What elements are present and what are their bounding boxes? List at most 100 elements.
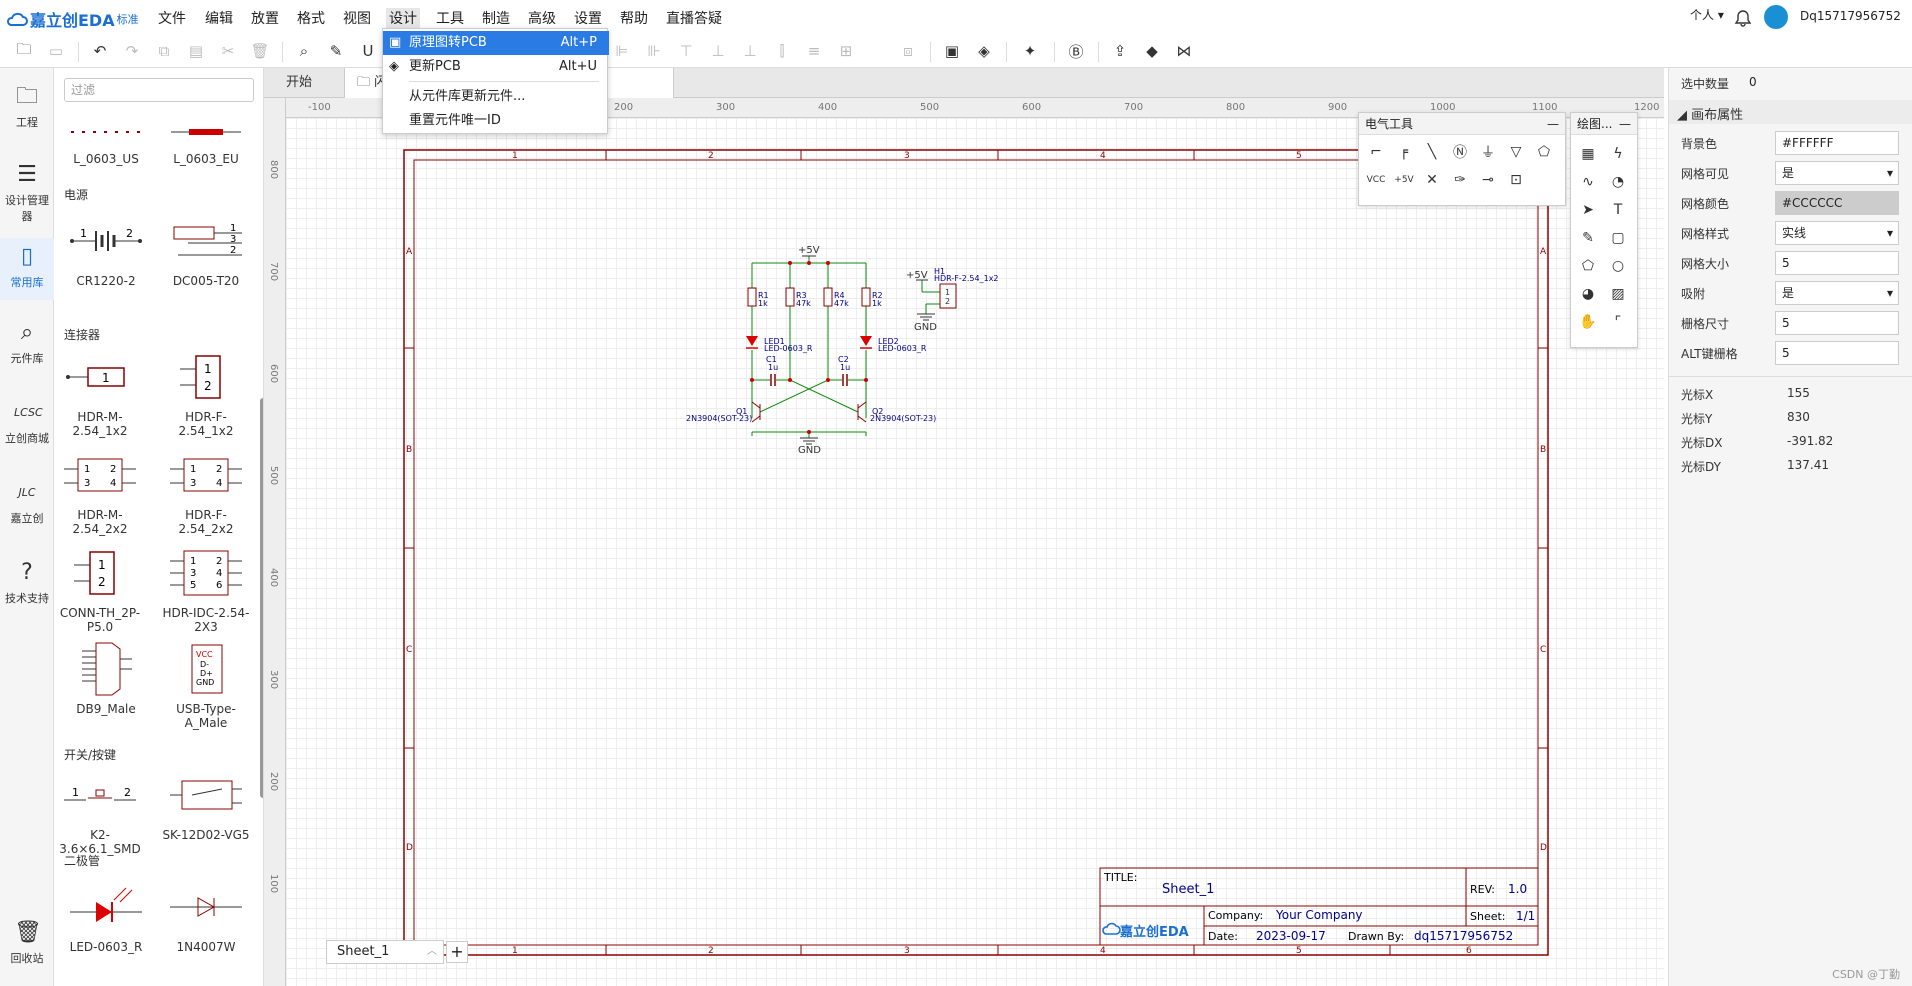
snap-size-input[interactable]: 5 (1775, 311, 1899, 335)
delete-icon[interactable]: 🗑 (250, 41, 270, 61)
share-icon[interactable]: ⋈ (1174, 41, 1194, 61)
pin-icon[interactable]: ⊸ (1477, 169, 1499, 191)
netflag-icon[interactable]: ▽ (1505, 141, 1527, 163)
comp-dc005[interactable]: 132 DC005-T20 (160, 208, 252, 288)
comp-hdrm2x2[interactable]: 1324 HDR-M-2.54_2x2 (54, 442, 146, 536)
bolt-icon[interactable]: ϟ (1607, 143, 1629, 165)
nav-jlc[interactable]: JLC 嘉立创 (0, 480, 54, 526)
distribute-h-icon[interactable]: ⫿ (772, 41, 792, 61)
snap-select[interactable]: 是 (1775, 281, 1899, 305)
copy-icon[interactable]: ⧉ (154, 41, 174, 61)
nav-lcsc[interactable]: LCSC 立创商城 (0, 400, 54, 446)
pencil-icon[interactable]: ✎ (1577, 227, 1599, 249)
comp-cr1220[interactable]: 12 CR1220-2 (60, 208, 152, 288)
comp-l0603us[interactable]: L_0603_US (60, 112, 152, 166)
nav-project[interactable]: 🗀 工程 (0, 84, 54, 130)
nav-common-lib[interactable]: ▯ 常用库 (0, 238, 54, 300)
comp-hdrm1x2[interactable]: 1 HDR-M-2.54_1x2 (54, 344, 146, 438)
hand-icon[interactable]: ✋ (1577, 311, 1599, 333)
cut-icon[interactable]: ✂ (218, 41, 238, 61)
comp-1n4007[interactable]: 1N4007W (160, 874, 252, 954)
align-top-icon[interactable]: ⊤ (676, 41, 696, 61)
comp-db9[interactable]: DB9_Male (60, 636, 152, 716)
group-icon[interactable]: ⊡ (1505, 169, 1527, 191)
pie-icon[interactable]: ◕ (1577, 283, 1599, 305)
bus-entry-icon[interactable]: ╲ (1421, 141, 1443, 163)
probe-icon[interactable]: ✑ (1449, 169, 1471, 191)
rectangle-icon[interactable]: ▢ (1607, 227, 1629, 249)
menu-live-qa[interactable]: 直播答疑 (666, 8, 722, 28)
alt-snap-input[interactable]: 5 (1775, 341, 1899, 365)
save-icon[interactable]: ▭ (46, 41, 66, 61)
open-icon[interactable]: 🗀 (14, 40, 34, 61)
menu-item-update-from-lib[interactable]: 从元件库更新元件... (383, 85, 609, 109)
magic-icon[interactable]: ✦ (1020, 41, 1040, 61)
grid-align-icon[interactable]: ⊞ (836, 41, 856, 61)
bezier-icon[interactable]: ∿ (1577, 171, 1599, 193)
sheet-tab[interactable]: Sheet_1 ︿ (326, 940, 444, 964)
bom-icon[interactable]: Ⓑ (1066, 41, 1086, 61)
menu-help[interactable]: 帮助 (620, 8, 648, 28)
pen-icon[interactable]: ✎ (326, 41, 346, 61)
align-center-icon[interactable]: ⊪ (644, 41, 664, 61)
stack-icon[interactable]: ◈ (974, 41, 994, 61)
polygon-icon[interactable]: ⬠ (1577, 255, 1599, 277)
vcc-icon[interactable]: VCC (1365, 169, 1387, 191)
menu-place[interactable]: 放置 (251, 8, 279, 28)
menu-manufacture[interactable]: 制造 (482, 8, 510, 28)
comp-connth[interactable]: 12 CONN-TH_2P-P5.0 (54, 540, 146, 634)
menu-item-reset-id[interactable]: 重置元件唯一ID (383, 109, 609, 133)
chevron-up-icon[interactable]: ︿ (427, 941, 437, 963)
export-icon[interactable]: ⇪ (1110, 41, 1130, 61)
layers-icon[interactable]: ⧈ (898, 41, 918, 61)
menu-design[interactable]: 设计 (386, 8, 420, 28)
table-icon[interactable]: ▦ (1577, 143, 1599, 165)
comp-sk12[interactable]: SK-12D02-VG5 (160, 762, 252, 842)
nav-recycle[interactable]: 🗑 回收站 (0, 920, 54, 966)
image-icon[interactable]: ▨ (1607, 283, 1629, 305)
layers-stack-icon[interactable]: ◆ (1142, 41, 1162, 61)
comp-hdrf1x2[interactable]: 12 HDR-F-2.54_1x2 (160, 344, 252, 438)
no-connect-icon[interactable]: ✕ (1421, 169, 1443, 191)
menu-view[interactable]: 视图 (343, 8, 371, 28)
bus-icon[interactable]: ╒ (1393, 141, 1415, 163)
nav-component-lib[interactable]: ⌕ 元件库 (0, 320, 54, 366)
redo-icon[interactable]: ↷ (122, 41, 142, 61)
minimize-icon[interactable]: — (1619, 113, 1631, 135)
menu-file[interactable]: 文件 (158, 8, 186, 28)
menu-tools[interactable]: 工具 (436, 8, 464, 28)
arc-icon[interactable]: ◔ (1607, 171, 1629, 193)
menu-advanced[interactable]: 高级 (528, 8, 556, 28)
text-icon[interactable]: U (358, 41, 378, 61)
paste-icon[interactable]: ▤ (186, 41, 206, 61)
add-sheet-button[interactable]: + (446, 941, 468, 963)
menu-edit[interactable]: 编辑 (205, 8, 233, 28)
menu-item-sch-to-pcb[interactable]: ▣ 原理图转PCB Alt+P (383, 31, 609, 55)
circle-icon[interactable]: ○ (1607, 255, 1629, 277)
image-icon[interactable]: ▣ (942, 41, 962, 61)
grid-style-select[interactable]: 实线 (1775, 221, 1899, 245)
net-label-icon[interactable]: Ⓝ (1449, 141, 1471, 163)
user-name[interactable]: Dq15717956752 (1800, 9, 1901, 23)
text-tool-icon[interactable]: T (1607, 199, 1629, 221)
arrow-icon[interactable]: ➤ (1577, 199, 1599, 221)
nav-design-manager[interactable]: ☰ 设计管理器 (0, 162, 54, 224)
align-middle-icon[interactable]: ⊥ (708, 41, 728, 61)
menu-item-update-pcb[interactable]: ◈ 更新PCB Alt+U (383, 55, 609, 79)
tab-start[interactable]: 开始 (274, 68, 324, 98)
comp-l0603eu[interactable]: L_0603_EU (160, 112, 252, 166)
distribute-v-icon[interactable]: ≡ (804, 41, 824, 61)
menu-format[interactable]: 格式 (297, 8, 325, 28)
bg-color-input[interactable]: #FFFFFF (1775, 131, 1899, 155)
align-bottom-icon[interactable]: ⊥ (740, 41, 760, 61)
undo-icon[interactable]: ↶ (90, 41, 110, 61)
grid-size-input[interactable]: 5 (1775, 251, 1899, 275)
comp-hdrf2x2[interactable]: 1324 HDR-F-2.54_2x2 (160, 442, 252, 536)
comp-usba[interactable]: VCC D- D+ GND USB-Type-A_Male (160, 636, 252, 730)
comp-led[interactable]: LED-0603_R (60, 874, 152, 954)
grid-visible-select[interactable]: 是 (1775, 161, 1899, 185)
wire-icon[interactable]: ⌐ (1365, 141, 1387, 163)
align-left-icon[interactable]: ⊫ (612, 41, 632, 61)
grid-color-input[interactable]: #CCCCCC (1775, 191, 1899, 215)
comp-k2[interactable]: 12 K2-3.6×6.1_SMD (54, 762, 146, 856)
